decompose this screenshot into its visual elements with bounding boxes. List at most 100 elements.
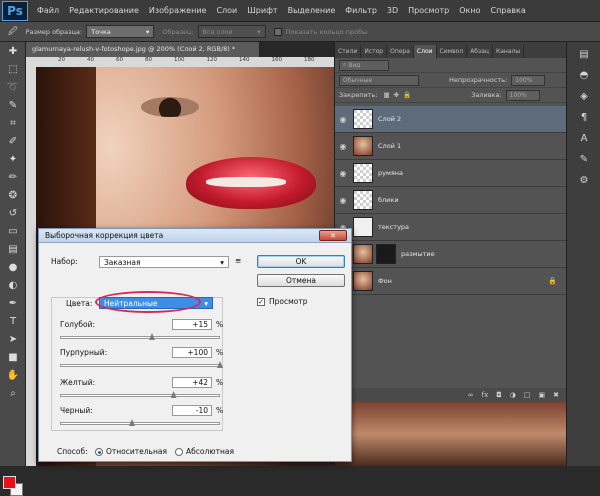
paragraph-panel-icon[interactable]: ¶: [573, 110, 595, 126]
shape-icon[interactable]: ■: [4, 350, 22, 366]
trash-icon[interactable]: ✖: [553, 391, 559, 399]
slider-track[interactable]: [60, 364, 220, 367]
menu-select[interactable]: Выделение: [288, 6, 336, 15]
mask-icon[interactable]: ◘: [496, 391, 502, 399]
link-icon[interactable]: ∞: [468, 391, 474, 399]
preview-checkbox[interactable]: ✓: [257, 298, 265, 306]
lasso-icon[interactable]: ➰: [4, 80, 22, 96]
menu-window[interactable]: Окно: [459, 6, 480, 15]
history-panel-icon[interactable]: ▤: [573, 47, 595, 63]
cyan-value-input[interactable]: +15: [172, 319, 212, 330]
method-absolute-radio[interactable]: [175, 448, 183, 456]
show-ring-checkbox[interactable]: [273, 27, 282, 36]
layer-row[interactable]: ◉ текстура: [335, 214, 567, 241]
document-tab[interactable]: glamurnaya-relush-v-fotoshope.jpg @ 200%…: [26, 42, 260, 57]
new-layer-icon[interactable]: ▣: [539, 391, 546, 399]
tab-character[interactable]: Символ: [437, 45, 468, 58]
menu-3d[interactable]: 3D: [387, 6, 398, 15]
visibility-eye-icon[interactable]: ◉: [335, 169, 351, 178]
kind-filter-select[interactable]: ⌕ Вид: [339, 59, 389, 71]
character-panel-icon[interactable]: A: [573, 131, 595, 147]
opacity-input[interactable]: 100%: [511, 74, 546, 86]
fill-input[interactable]: 100%: [505, 89, 540, 101]
type-icon[interactable]: T: [4, 314, 22, 330]
visibility-eye-icon[interactable]: ◉: [335, 142, 351, 151]
lock-pixels-icon[interactable]: ▦: [383, 91, 389, 99]
layers-panel-icon[interactable]: ◈: [573, 89, 595, 105]
lock-position-icon[interactable]: ✥: [394, 91, 399, 99]
gradient-icon[interactable]: ▤: [4, 242, 22, 258]
properties-panel-icon[interactable]: ⚙: [573, 173, 595, 189]
tab-styles[interactable]: Стили: [335, 45, 362, 58]
history-brush-icon[interactable]: ↺: [4, 206, 22, 222]
eyedropper-icon[interactable]: 🖉: [8, 24, 18, 40]
crop-icon[interactable]: ⌗: [4, 116, 22, 132]
eraser-icon[interactable]: ▭: [4, 224, 22, 240]
black-value-input[interactable]: -10: [172, 405, 212, 416]
layer-row[interactable]: ◉ блики: [335, 187, 567, 214]
tab-layers[interactable]: Слои: [413, 45, 437, 58]
preset-select[interactable]: Заказная ▾: [99, 256, 229, 268]
kind-label: Вид: [348, 61, 361, 69]
cancel-button[interactable]: Отмена: [257, 274, 345, 287]
fx-icon[interactable]: fx: [482, 391, 489, 399]
tab-actions[interactable]: Опера: [387, 45, 414, 58]
path-select-icon[interactable]: ➤: [4, 332, 22, 348]
chevron-down-icon: ▾: [257, 27, 261, 36]
quick-select-icon[interactable]: ✎: [4, 98, 22, 114]
menu-type[interactable]: Шрифт: [247, 6, 277, 15]
sample-size-select[interactable]: Точка ▾: [86, 25, 155, 38]
menu-help[interactable]: Справка: [490, 6, 525, 15]
menu-filter[interactable]: Фильтр: [345, 6, 377, 15]
samples-select[interactable]: Все слои ▾: [197, 25, 266, 38]
preset-options-icon[interactable]: ≡: [235, 256, 241, 265]
color-panel-icon[interactable]: ◓: [573, 68, 595, 84]
layer-row[interactable]: ◉ Слой 1: [335, 133, 567, 160]
layer-row[interactable]: ◉ Слой 2: [335, 106, 567, 133]
menu-view[interactable]: Просмотр: [408, 6, 449, 15]
stamp-icon[interactable]: ❂: [4, 188, 22, 204]
marquee-icon[interactable]: ⬚: [4, 62, 22, 78]
lock-icon: 🔒: [548, 277, 557, 285]
color-swatches[interactable]: [3, 476, 23, 496]
yellow-value-input[interactable]: +42: [172, 377, 212, 388]
blur-icon[interactable]: ●: [4, 260, 22, 276]
tab-paragraph[interactable]: Абзац: [467, 45, 493, 58]
hand-icon[interactable]: ✋: [4, 368, 22, 384]
visibility-eye-icon[interactable]: ◉: [335, 196, 351, 205]
layer-row[interactable]: ◉ румяна: [335, 160, 567, 187]
menu-layers[interactable]: Слои: [216, 6, 237, 15]
tab-history[interactable]: Истор: [361, 45, 388, 58]
chevron-down-icon: ▾: [145, 27, 150, 36]
magenta-value-input[interactable]: +100: [172, 347, 212, 358]
blend-mode-select[interactable]: Обычные: [339, 74, 419, 86]
layer-thumbnail: [353, 244, 373, 264]
layer-row[interactable]: ◉Фон🔒: [335, 268, 567, 295]
move-icon[interactable]: ✚: [4, 44, 22, 60]
adjustment-icon[interactable]: ◑: [510, 391, 516, 399]
lock-all-icon[interactable]: 🔒: [403, 91, 411, 99]
foreground-color-swatch[interactable]: [3, 476, 16, 489]
brush-panel-icon[interactable]: ✎: [573, 152, 595, 168]
group-icon[interactable]: □: [524, 391, 531, 399]
method-relative-radio[interactable]: [95, 448, 103, 456]
preset-value: Заказная: [104, 257, 141, 267]
layer-mask-thumbnail[interactable]: [376, 244, 396, 264]
tab-channels[interactable]: Каналы: [493, 45, 525, 58]
slider-track[interactable]: [60, 394, 220, 397]
dodge-icon[interactable]: ◐: [4, 278, 22, 294]
heal-icon[interactable]: ✦: [4, 152, 22, 168]
slider-track[interactable]: [60, 422, 220, 425]
brush-icon[interactable]: ✏: [4, 170, 22, 186]
pen-icon[interactable]: ✒: [4, 296, 22, 312]
close-button[interactable]: ✕: [319, 230, 347, 241]
visibility-eye-icon[interactable]: ◉: [335, 115, 351, 124]
slider-track[interactable]: [60, 336, 220, 339]
menu-edit[interactable]: Редактирование: [69, 6, 139, 15]
menu-image[interactable]: Изображение: [149, 6, 207, 15]
menu-file[interactable]: Файл: [37, 6, 59, 15]
zoom-icon[interactable]: ⌕: [4, 386, 22, 402]
ok-button[interactable]: OK: [257, 255, 345, 268]
eyedropper-icon[interactable]: ✐: [4, 134, 22, 150]
layer-row[interactable]: ◉размытие: [335, 241, 567, 268]
